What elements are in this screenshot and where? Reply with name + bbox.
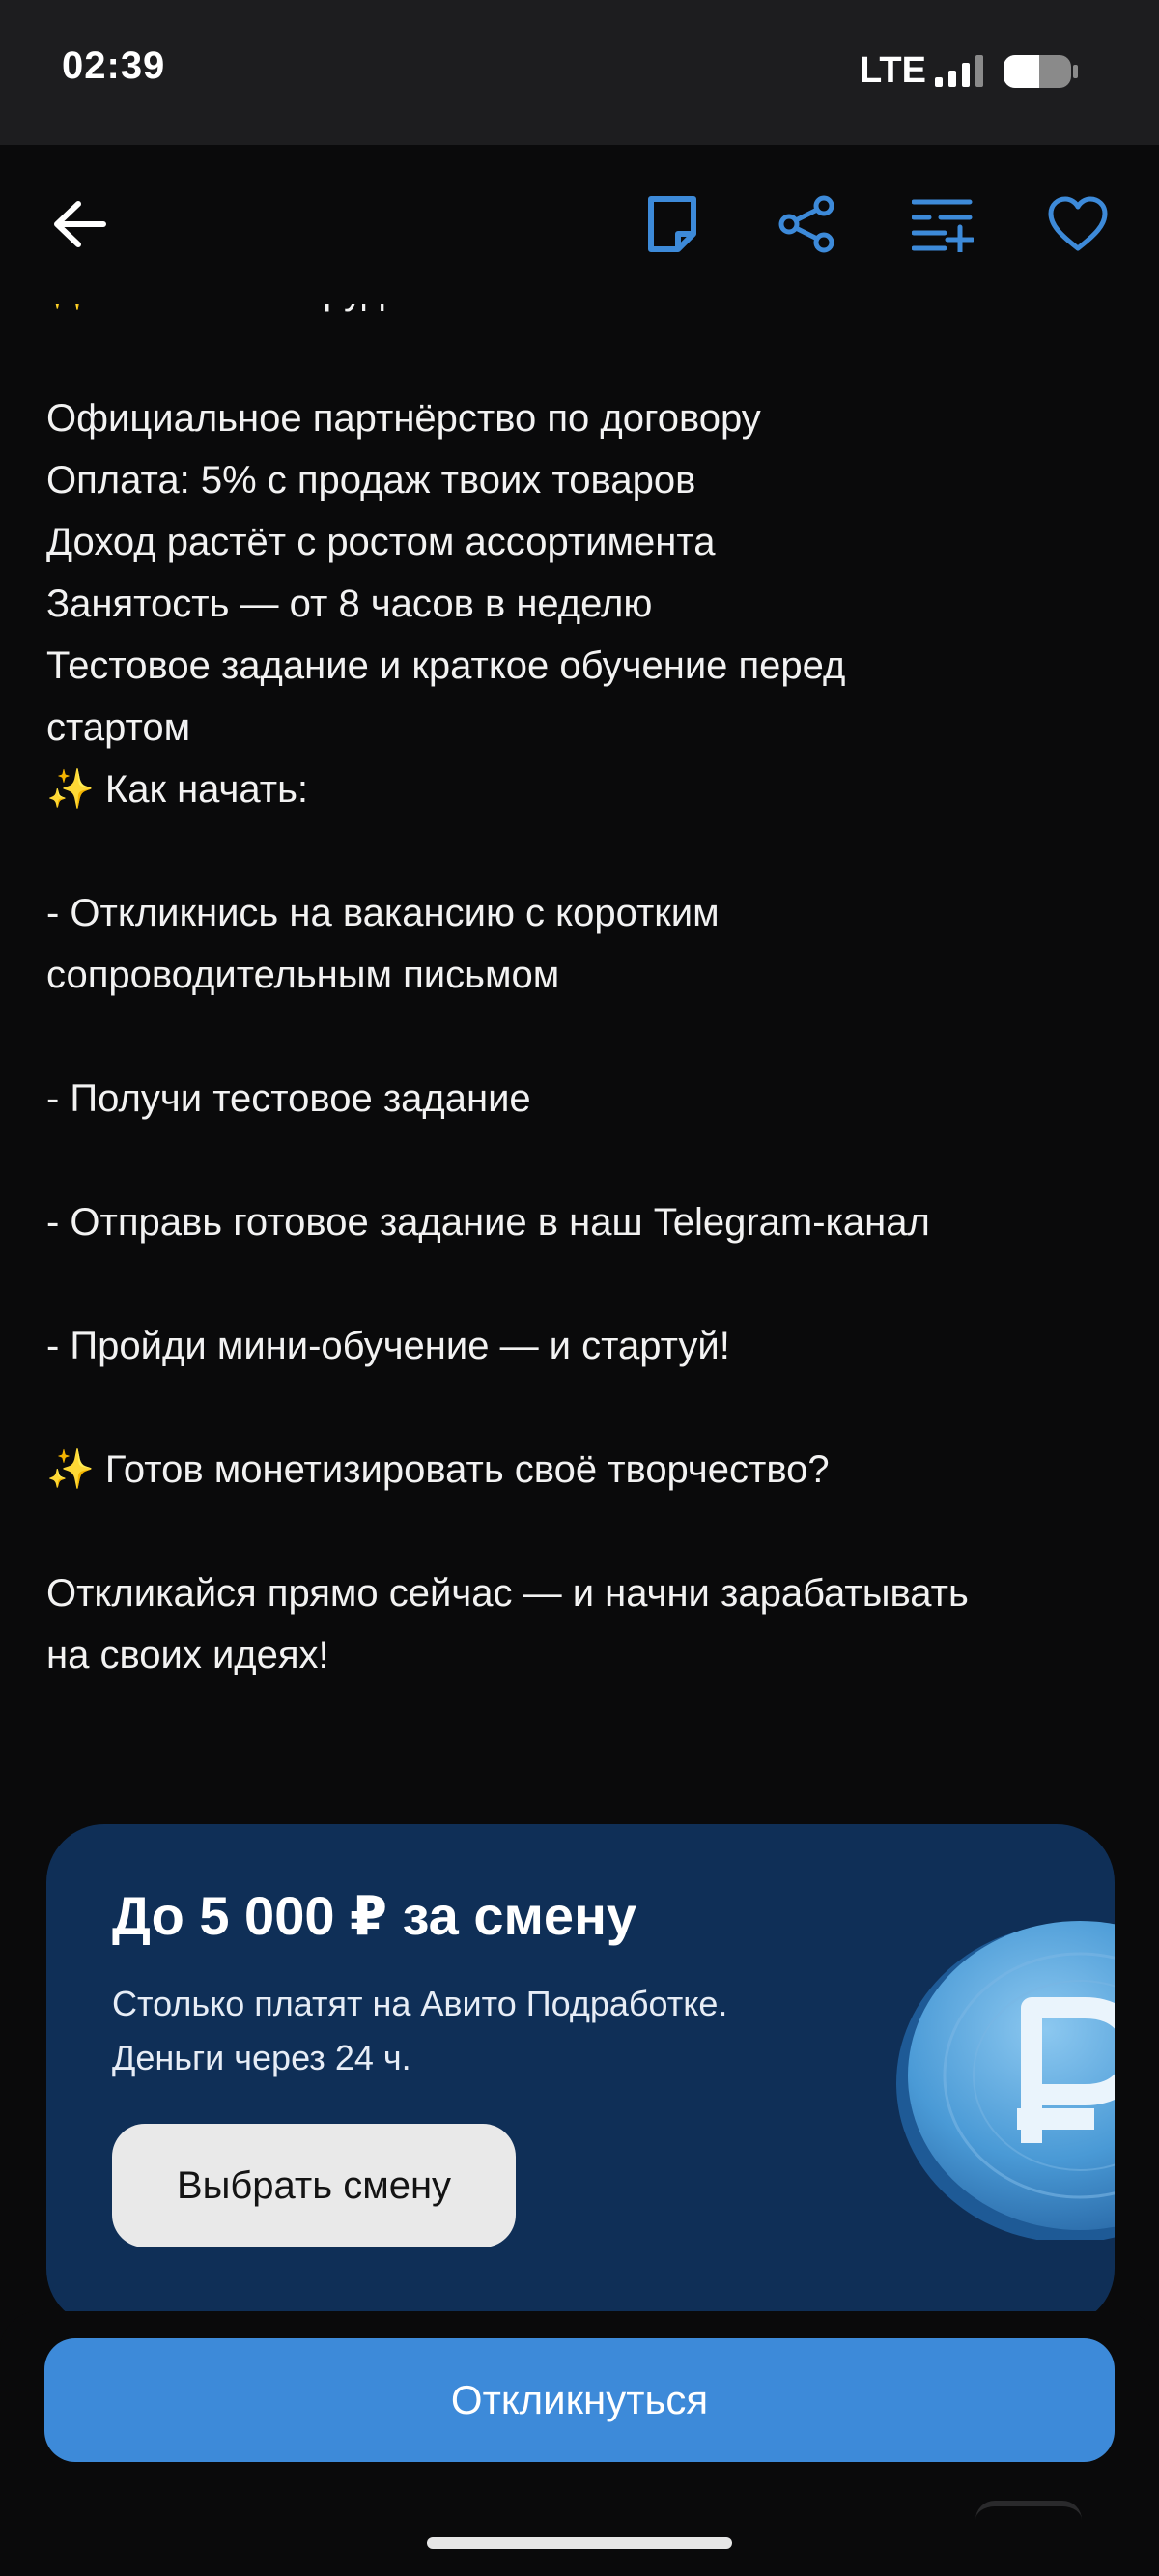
step-4: - Пройди мини-обучение — и стартуй! bbox=[46, 1325, 730, 1367]
promo-subtitle-line: Деньги через 24 ч. bbox=[112, 2038, 411, 2077]
back-button[interactable] bbox=[41, 186, 118, 263]
cut-heading: ✨ Условия сотрудничества bbox=[46, 304, 548, 313]
heart-icon bbox=[1048, 196, 1108, 251]
app-bar bbox=[0, 145, 1159, 304]
promo-subtitle: Столько платят на Авито Подработке. День… bbox=[112, 1977, 846, 2085]
share-icon bbox=[778, 195, 834, 253]
step-1-line: сопроводительным письмом bbox=[46, 954, 560, 996]
closing-text: Откликайся прямо сейчас — и начни зараба… bbox=[46, 1562, 1118, 1686]
how-to-start-heading: ✨ Как начать: bbox=[46, 768, 309, 811]
step-1-line: - Откликнись на вакансию с коротким bbox=[46, 892, 720, 934]
step-2: - Получи тестовое задание bbox=[46, 1077, 531, 1120]
promo-subtitle-line: Столько платят на Авито Подработке. bbox=[112, 1984, 728, 2023]
cta-question: ✨ Готов монетизировать своё творчество? bbox=[46, 1448, 830, 1491]
step-3: - Отправь готовое задание в наш Telegram… bbox=[46, 1201, 930, 1244]
status-time: 02:39 bbox=[62, 44, 166, 87]
vacancy-description: ✨ Условия сотрудничества Официальное пар… bbox=[0, 304, 1159, 1812]
terms-line: Занятость — от 8 часов в неделю bbox=[46, 583, 653, 625]
promo-banner: До 5 000 ₽ за смену Столько платят на Ав… bbox=[46, 1824, 1115, 2327]
favorite-button[interactable] bbox=[1039, 186, 1117, 263]
status-bar: 02:39 LTE bbox=[0, 0, 1159, 145]
terms-line: Официальное партнёрство по договору bbox=[46, 397, 761, 440]
terms-line: Доход растёт с ростом ассортимента bbox=[46, 521, 716, 563]
promo-title: До 5 000 ₽ за смену bbox=[112, 1885, 637, 1946]
note-button[interactable] bbox=[634, 186, 711, 263]
battery-icon bbox=[1004, 55, 1078, 88]
list-add-icon bbox=[912, 199, 974, 252]
home-indicator[interactable] bbox=[427, 2537, 732, 2549]
share-button[interactable] bbox=[769, 186, 846, 263]
ruble-coin-icon bbox=[896, 1921, 1115, 2240]
scroll-hint bbox=[975, 2501, 1082, 2520]
choose-shift-button[interactable]: Выбрать смену bbox=[112, 2124, 516, 2247]
closing-line: на своих идеях! bbox=[46, 1634, 329, 1676]
signal-icon bbox=[935, 55, 983, 87]
terms-block: Официальное партнёрство по договору Опла… bbox=[46, 387, 1118, 820]
step-1: - Откликнись на вакансию с коротким сопр… bbox=[46, 882, 1118, 1006]
network-type: LTE bbox=[860, 50, 926, 91]
closing-line: Откликайся прямо сейчас — и начни зараба… bbox=[46, 1572, 969, 1615]
respond-button[interactable]: Откликнуться bbox=[44, 2338, 1115, 2462]
terms-line: Оплата: 5% с продаж твоих товаров bbox=[46, 459, 696, 501]
terms-line: Тестовое задание и краткое обучение пере… bbox=[46, 644, 846, 687]
compare-button[interactable] bbox=[904, 186, 981, 263]
back-arrow-icon bbox=[54, 201, 106, 247]
terms-line: стартом bbox=[46, 706, 191, 749]
note-icon bbox=[648, 196, 696, 252]
